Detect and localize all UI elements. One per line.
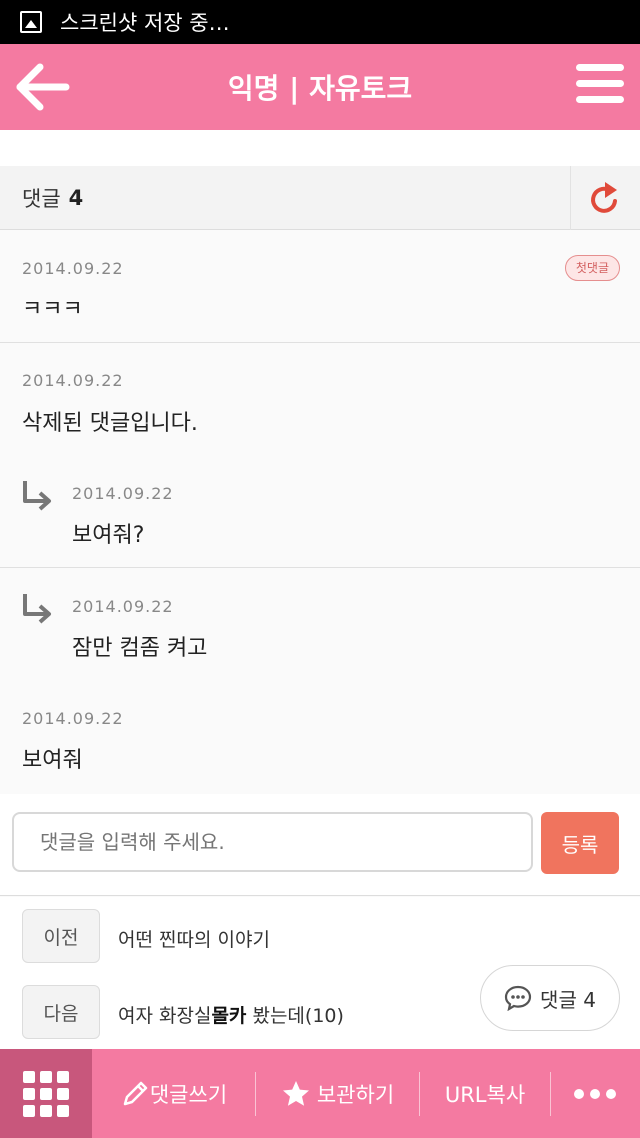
comment-item: 2014.09.22 삭제된 댓글입니다. 2014.09.22 보여줘? [0,343,640,568]
pencil-icon [123,1081,148,1105]
write-comment-label: 댓글쓰기 [149,1082,228,1107]
reply-text: 잠만 컴좀 켜고 [72,636,208,661]
save-button[interactable]: 보관하기 [256,1049,419,1138]
copy-url-button[interactable]: URL복사 [420,1049,550,1138]
grid-icon [23,1070,69,1117]
comments-header: 댓글 4 [0,166,640,230]
reply-text: 보여줘? [72,523,145,548]
floating-comment-label: 댓글 4 [540,987,596,1012]
status-text: 스크린샷 저장 중… [60,11,230,35]
next-post-title[interactable]: 여자 화장실몰카 봤는데(10) [118,1001,344,1028]
bottom-toolbar: 댓글쓰기 보관하기 URL복사 [0,1049,640,1138]
reply-arrow-icon [23,594,51,624]
prev-post-title[interactable]: 어떤 찐따의 이야기 [118,925,270,952]
chat-bubble-icon [504,985,532,1011]
next-title-bold: 몰카 [211,1005,247,1027]
more-dots-icon [574,1088,616,1099]
reply-date: 2014.09.22 [72,484,174,503]
page-title: 익명 | 자유토크 [227,72,413,105]
next-button[interactable]: 다음 [22,985,100,1039]
prev-button[interactable]: 이전 [22,909,100,963]
image-icon [20,11,42,33]
comment-item: 2014.09.22 잠만 컴좀 켜고 2014.09.22 보여줘 [0,568,640,794]
comment-item: 2014.09.22 첫댓글 ㅋㅋㅋ [0,231,640,343]
star-icon [282,1080,309,1106]
grid-menu-button[interactable] [0,1049,92,1138]
comment-text: 보여줘 [22,748,83,773]
comment-text: 삭제된 댓글입니다. [22,411,198,436]
reply-date: 2014.09.22 [72,597,174,616]
spacer [0,130,640,166]
write-comment-button[interactable]: 댓글쓰기 [92,1049,255,1138]
hamburger-menu-icon[interactable] [576,64,624,110]
comment-input-row: 등록 [0,794,640,896]
back-arrow-icon[interactable] [14,62,70,112]
app-bar: 익명 | 자유토크 [0,44,640,130]
comments-count: 4 [68,185,84,210]
refresh-icon [590,182,617,213]
save-label: 보관하기 [316,1082,395,1107]
copy-url-label: URL복사 [444,1082,526,1107]
comment-date: 2014.09.22 [22,709,124,728]
comments-label: 댓글 [22,186,61,211]
next-title-part: 여자 화장실 [118,1005,212,1027]
comment-date: 2014.09.22 [22,371,124,390]
next-title-part: 봤는데(10) [246,1005,344,1027]
comment-input[interactable] [12,812,533,872]
submit-button[interactable]: 등록 [541,812,619,874]
more-button[interactable] [551,1049,639,1138]
refresh-button[interactable] [570,166,640,230]
first-comment-badge: 첫댓글 [564,255,620,281]
comment-text: ㅋㅋㅋ [22,297,83,322]
comment-date: 2014.09.22 [22,259,124,278]
status-bar: 스크린샷 저장 중… [0,0,640,44]
reply-arrow-icon [23,481,51,511]
floating-comment-button[interactable]: 댓글 4 [480,965,620,1031]
